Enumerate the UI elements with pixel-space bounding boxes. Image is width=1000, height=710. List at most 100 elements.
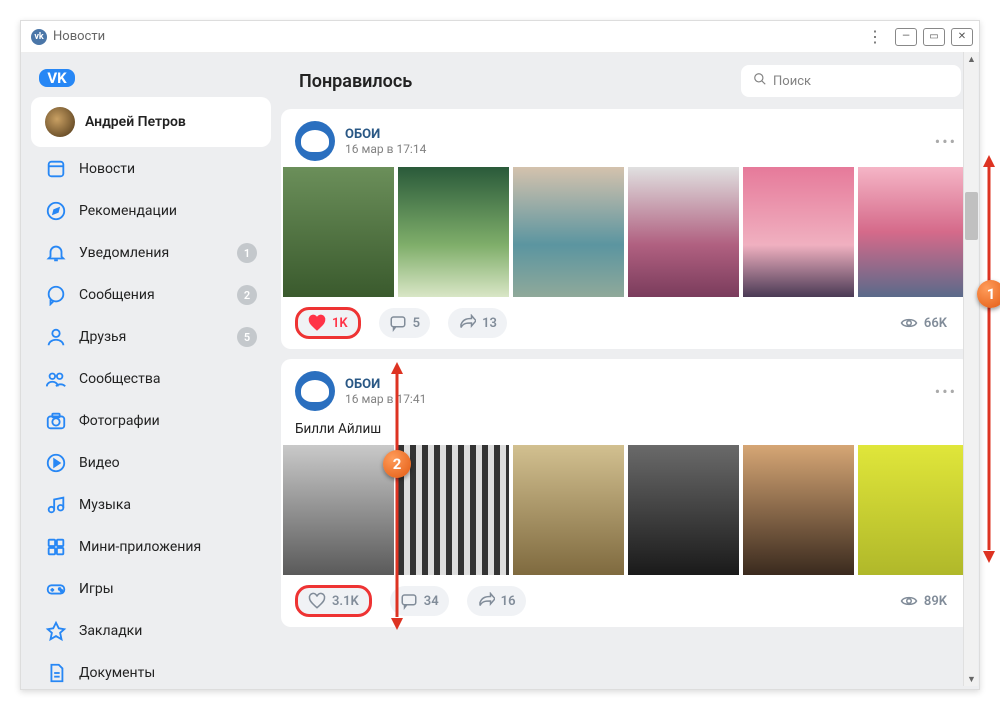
gallery-thumb[interactable] [628, 167, 739, 297]
avatar [45, 107, 75, 137]
post-header: ОБОИ 16 мар в 17:41 ••• [281, 359, 971, 417]
sidebar-item-communities[interactable]: Сообщества [31, 359, 271, 399]
post-author[interactable]: ОБОИ [345, 377, 426, 392]
share-button[interactable]: 13 [448, 308, 507, 338]
news-icon [45, 158, 67, 180]
sidebar-item-label: Мини-приложения [79, 539, 257, 555]
search-input[interactable]: Поиск [741, 65, 961, 97]
sidebar-item-label: Видео [79, 455, 257, 471]
profile-name: Андрей Петров [85, 114, 186, 130]
scroll-up-icon[interactable]: ▲ [965, 52, 978, 66]
eye-icon [900, 314, 918, 332]
sidebar-item-label: Игры [79, 581, 257, 597]
gallery-thumb[interactable] [283, 445, 394, 575]
post-date: 16 мар в 17:14 [345, 142, 426, 156]
post-author[interactable]: ОБОИ [345, 127, 426, 142]
sidebar-item-label: Рекомендации [79, 203, 257, 219]
more-vertical-icon[interactable]: ⋮ [861, 27, 889, 46]
minimize-button[interactable]: — [895, 28, 917, 46]
sidebar-item-friends[interactable]: Друзья 5 [31, 317, 271, 357]
sidebar-item-video[interactable]: Видео [31, 443, 271, 483]
comment-button[interactable]: 5 [379, 308, 430, 338]
chat-icon [45, 284, 67, 306]
like-button[interactable]: 3.1K [295, 585, 372, 617]
vk-logo-icon[interactable]: VK [39, 69, 75, 87]
compass-icon [45, 200, 67, 222]
sidebar-item-miniapps[interactable]: Мини-приложения [31, 527, 271, 567]
gallery-thumb[interactable] [743, 445, 854, 575]
sidebar-item-news[interactable]: Новости [31, 149, 271, 189]
bell-icon [45, 242, 67, 264]
sidebar-item-label: Сообщества [79, 371, 257, 387]
gallery-thumb[interactable] [398, 445, 509, 575]
badge: 2 [237, 285, 257, 305]
play-circle-icon [45, 452, 67, 474]
gallery-thumb[interactable] [858, 167, 969, 297]
scrollbar[interactable]: ▲ ▼ [963, 52, 978, 686]
window-title: Новости [53, 29, 105, 44]
titlebar-left: vk Новости [31, 29, 105, 45]
post-text: Билли Айлиш [281, 417, 971, 445]
post: ОБОИ 16 мар в 17:41 ••• Билли Айлиш [281, 359, 971, 627]
sidebar-item-documents[interactable]: Документы [31, 653, 271, 689]
like-button[interactable]: 1K [295, 307, 361, 339]
gallery-thumb[interactable] [628, 445, 739, 575]
sidebar-item-notifications[interactable]: Уведомления 1 [31, 233, 271, 273]
profile-card[interactable]: Андрей Петров [31, 97, 271, 147]
share-button[interactable]: 16 [467, 586, 526, 616]
gallery-thumb[interactable] [743, 167, 854, 297]
sidebar-item-bookmarks[interactable]: Закладки [31, 611, 271, 651]
document-icon [45, 662, 67, 684]
post-more-icon[interactable]: ••• [935, 382, 957, 401]
scroll-thumb[interactable] [965, 192, 978, 240]
maximize-button[interactable]: ▭ [923, 28, 945, 46]
sidebar-item-messages[interactable]: Сообщения 2 [31, 275, 271, 315]
eye-icon [900, 592, 918, 610]
gallery-thumb[interactable] [398, 167, 509, 297]
annotation-arrow [388, 362, 406, 632]
post-avatar[interactable] [295, 371, 335, 411]
post-avatar[interactable] [295, 121, 335, 161]
comment-count: 5 [413, 316, 420, 331]
sidebar-item-music[interactable]: Музыка [31, 485, 271, 525]
close-button[interactable]: ✕ [951, 28, 973, 46]
post-more-icon[interactable]: ••• [935, 132, 957, 151]
sidebar-item-label: Музыка [79, 497, 257, 513]
page-title: Понравилось [299, 71, 412, 92]
comment-count: 34 [424, 594, 439, 609]
gallery-thumb[interactable] [283, 167, 394, 297]
post-gallery [281, 167, 971, 297]
search-placeholder: Поиск [773, 74, 811, 89]
gallery-thumb[interactable] [858, 445, 969, 575]
search-icon [753, 72, 767, 90]
main-area: Понравилось Поиск ОБОИ 16 мар в 17:14 [281, 53, 979, 689]
post-date: 16 мар в 17:41 [345, 392, 426, 406]
sidebar: VK Андрей Петров Новости Рекомендации Ув… [21, 53, 281, 689]
post-actions: 1K 5 13 66K [281, 297, 971, 349]
app-body: VK Андрей Петров Новости Рекомендации Ув… [21, 53, 979, 689]
sidebar-item-label: Документы [79, 665, 257, 681]
like-count: 3.1K [332, 594, 359, 609]
sidebar-item-label: Сообщения [79, 287, 225, 303]
gallery-thumb[interactable] [513, 445, 624, 575]
sidebar-item-games[interactable]: Игры [31, 569, 271, 609]
share-icon [458, 314, 476, 332]
titlebar-right: ⋮ — ▭ ✕ [861, 27, 973, 46]
window-titlebar: vk Новости ⋮ — ▭ ✕ [21, 21, 979, 53]
gallery-thumb[interactable] [513, 167, 624, 297]
views-counter: 66K [890, 308, 957, 338]
users-icon [45, 368, 67, 390]
scroll-down-icon[interactable]: ▼ [965, 672, 978, 686]
grid-icon [45, 536, 67, 558]
post: ОБОИ 16 мар в 17:14 ••• [281, 109, 971, 349]
camera-icon [45, 410, 67, 432]
star-icon [45, 620, 67, 642]
music-icon [45, 494, 67, 516]
badge: 5 [237, 327, 257, 347]
user-icon [45, 326, 67, 348]
feed[interactable]: ОБОИ 16 мар в 17:14 ••• [281, 109, 979, 689]
views-count: 66K [924, 316, 947, 331]
annotation-marker: 2 [383, 450, 411, 478]
sidebar-item-recommendations[interactable]: Рекомендации [31, 191, 271, 231]
sidebar-item-photos[interactable]: Фотографии [31, 401, 271, 441]
